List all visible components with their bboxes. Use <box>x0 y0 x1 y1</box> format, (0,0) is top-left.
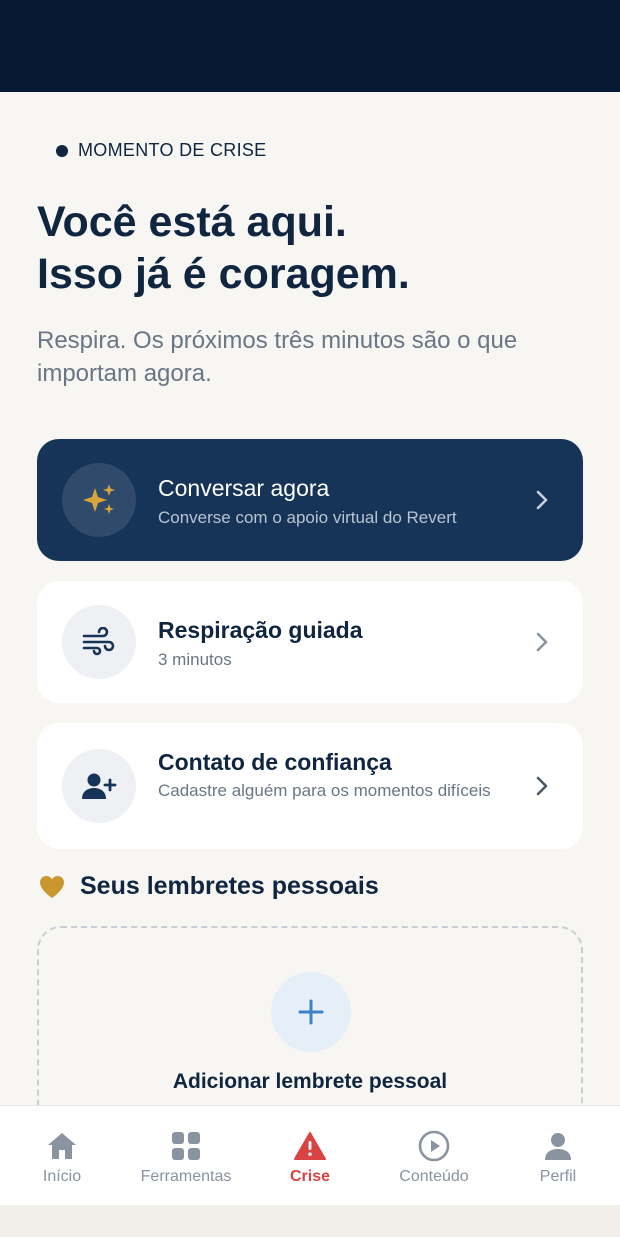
talk-now-title: Conversar agora <box>158 475 330 501</box>
guided-breathing-subtitle: 3 minutos <box>158 650 232 669</box>
headline-line-2: Isso já é coragem. <box>37 250 410 298</box>
home-icon <box>48 1133 76 1159</box>
reminders-heading: Seus lembretes pessoais <box>38 872 379 901</box>
add-reminder-button[interactable] <box>271 972 351 1052</box>
eyebrow-label: MOMENTO DE CRISE <box>78 140 267 160</box>
guided-breathing-title: Respiração guiada <box>158 617 363 643</box>
status-bar <box>0 0 620 92</box>
bottom-tab-bar: Início Ferramentas Crise Conteúdo Perfil <box>0 1105 620 1206</box>
tab-perfil[interactable]: Perfil <box>496 1106 620 1206</box>
user-icon <box>545 1133 571 1160</box>
add-reminder-card[interactable]: Adicionar lembrete pessoal <box>37 926 583 1105</box>
reminders-title: Seus lembretes pessoais <box>80 872 379 900</box>
user-plus-icon-circle <box>62 749 136 823</box>
page-title: Você está aqui. Isso já é coragem. <box>37 196 410 300</box>
wind-icon-circle <box>62 605 136 679</box>
tab-label: Conteúdo <box>399 1168 469 1185</box>
chevron-right-icon <box>536 490 548 510</box>
tab-inicio[interactable]: Início <box>0 1106 124 1206</box>
guided-breathing-card[interactable]: Respiração guiada 3 minutos <box>37 581 583 703</box>
grid-icon <box>172 1132 200 1160</box>
sparkles-icon-circle <box>62 463 136 537</box>
crisis-screen: MOMENTO DE CRISE Você está aqui. Isso já… <box>0 92 620 1105</box>
user-plus-icon <box>82 773 117 799</box>
talk-now-card[interactable]: Conversar agora Converse com o apoio vir… <box>37 439 583 561</box>
sparkles-icon <box>83 484 115 514</box>
trusted-contact-card[interactable]: Contato de confiança Cadastre alguém par… <box>37 723 583 849</box>
crisis-eyebrow: MOMENTO DE CRISE <box>56 140 266 161</box>
home-indicator-area <box>0 1205 620 1237</box>
tab-crise[interactable]: Crise <box>248 1106 372 1206</box>
tab-label: Perfil <box>539 1168 577 1185</box>
bullet-dot <box>56 144 68 157</box>
chevron-right-icon <box>536 632 548 652</box>
tab-label: Início <box>42 1168 82 1185</box>
talk-now-subtitle: Converse com o apoio virtual do Revert <box>158 508 457 527</box>
heart-icon <box>40 875 64 898</box>
tab-ferramentas[interactable]: Ferramentas <box>124 1106 248 1206</box>
wind-icon <box>82 627 115 656</box>
chevron-right-icon <box>536 776 548 796</box>
tab-label: Crise <box>289 1168 331 1185</box>
tab-conteudo[interactable]: Conteúdo <box>372 1106 496 1206</box>
headline-line-1: Você está aqui. <box>37 198 347 246</box>
add-reminder-label: Adicionar lembrete pessoal <box>172 1070 448 1093</box>
trusted-contact-subtitle: Cadastre alguém para os momentos difícei… <box>158 781 491 800</box>
warning-icon <box>294 1132 326 1160</box>
play-circle-icon <box>418 1130 450 1162</box>
tab-label: Ferramentas <box>140 1168 232 1185</box>
trusted-contact-title: Contato de confiança <box>158 749 392 775</box>
page-subtitle: Respira. Os próximos três minutos são o … <box>37 327 518 387</box>
plus-icon <box>298 999 324 1025</box>
